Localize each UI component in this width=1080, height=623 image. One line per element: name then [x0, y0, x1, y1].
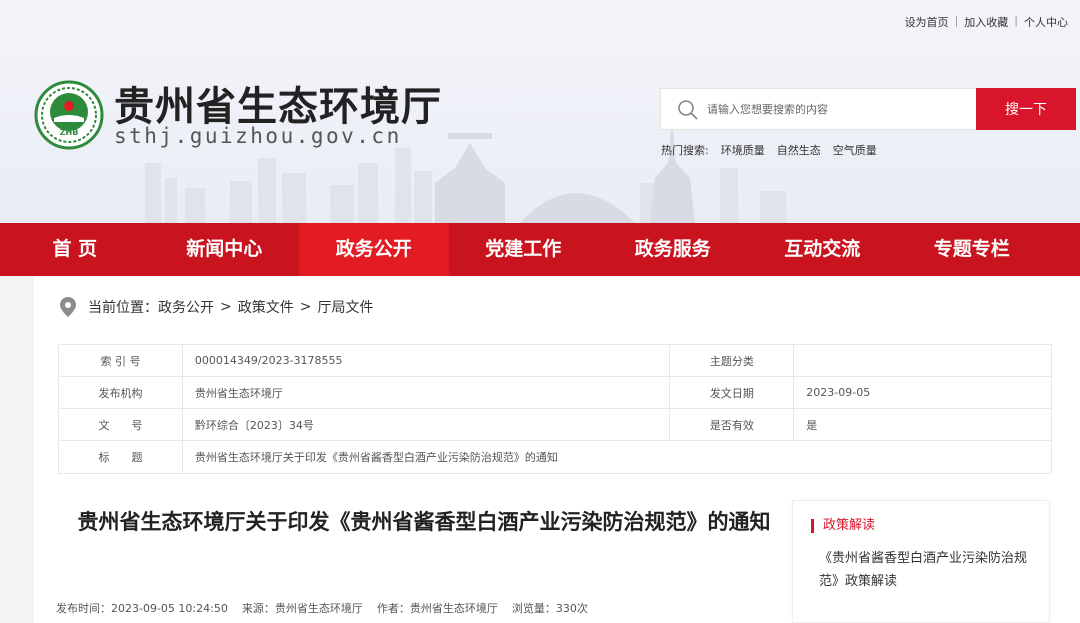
table-row: 标 题 贵州省生态环境厅关于印发《贵州省酱香型白酒产业污染防治规范》的通知 [58, 440, 1053, 474]
article-info: 发布时间：2023-09-05 10:24:50 来源：贵州省生态环境厅 作者：… [56, 600, 588, 616]
site-header: 设为首页 | 加入收藏 | 个人中心 ZHB 贵州省生态环境厅 sthj.gui… [0, 0, 1080, 223]
nav-interaction[interactable]: 互动交流 [748, 223, 898, 276]
meta-key: 标 题 [58, 440, 183, 474]
document-meta-table: 索 引 号 000014349/2023-3178555 主题分类 发布机构 贵… [58, 344, 1053, 474]
article: 贵州省生态环境厅关于印发《贵州省酱香型白酒产业污染防治规范》的通知 发布时间：2… [34, 496, 788, 623]
add-favorite-link[interactable]: 加入收藏 [964, 14, 1008, 30]
meta-value: 贵州省生态环境厅关于印发《贵州省酱香型白酒产业污染防治规范》的通知 [181, 440, 1053, 474]
nav-government-services[interactable]: 政务服务 [598, 223, 748, 276]
nav-special-topics[interactable]: 专题专栏 [897, 223, 1047, 276]
policy-interpretation-link[interactable]: 《贵州省酱香型白酒产业污染防治规范》政策解读 [819, 547, 1039, 593]
personal-center-link[interactable]: 个人中心 [1024, 14, 1068, 30]
top-links: 设为首页 | 加入收藏 | 个人中心 [904, 14, 1068, 30]
nav-home[interactable]: 首 页 [0, 223, 150, 276]
hot-search: 热门搜索: 环境质量 自然生态 空气质量 [661, 142, 877, 158]
breadcrumb-item[interactable]: 政策文件 [238, 297, 294, 317]
search-input[interactable] [707, 89, 967, 129]
svg-text:ZHB: ZHB [60, 128, 79, 137]
article-source: 来源：贵州省生态环境厅 [241, 602, 363, 615]
meta-value: 000014349/2023-3178555 [181, 344, 671, 377]
main-nav: 首 页 新闻中心 政务公开 党建工作 政务服务 互动交流 专题专栏 [0, 223, 1080, 276]
location-pin-icon [60, 297, 76, 317]
hot-search-item[interactable]: 自然生态 [777, 142, 821, 158]
meta-value: 贵州省生态环境厅 [181, 376, 671, 409]
search-button[interactable]: 搜一下 [976, 88, 1076, 130]
search-box [660, 88, 978, 130]
view-count: 浏览量：330次 [511, 602, 588, 615]
site-domain: sthj.guizhou.gov.cn [114, 124, 402, 148]
breadcrumb-item[interactable]: 厅局文件 [317, 297, 373, 317]
publish-time: 发布时间：2023-09-05 10:24:50 [56, 602, 228, 615]
meta-key: 主题分类 [669, 344, 795, 377]
breadcrumb-separator: > [220, 299, 232, 315]
sidebar-title: 政策解读 [811, 519, 875, 533]
nav-government-affairs[interactable]: 政务公开 [299, 223, 449, 276]
set-homepage-link[interactable]: 设为首页 [905, 14, 949, 30]
meta-key: 发布机构 [58, 376, 183, 409]
breadcrumb-prefix: 当前位置： [88, 300, 158, 316]
zhb-logo[interactable]: ZHB [34, 80, 104, 150]
breadcrumb-separator: > [299, 299, 312, 315]
meta-value: 2023-09-05 [793, 376, 1052, 409]
article-title: 贵州省生态环境厅关于印发《贵州省酱香型白酒产业污染防治规范》的通知 [77, 510, 771, 534]
hot-search-item[interactable]: 空气质量 [833, 142, 877, 158]
breadcrumb: 当前位置： 政务公开 > 政策文件 > 厅局文件 [58, 296, 373, 318]
article-author: 作者：贵州省生态环境厅 [376, 602, 498, 615]
breadcrumb-item[interactable]: 政务公开 [158, 297, 214, 317]
table-row: 文 号 黔环综合〔2023〕34号 是否有效 是 [58, 408, 1052, 441]
meta-key: 索 引 号 [58, 344, 183, 377]
search-icon [678, 100, 698, 120]
meta-key: 是否有效 [669, 408, 795, 441]
meta-key: 文 号 [58, 408, 183, 441]
table-row: 索 引 号 000014349/2023-3178555 主题分类 [58, 344, 1052, 377]
table-row: 发布机构 贵州省生态环境厅 发文日期 2023-09-05 [58, 376, 1052, 409]
meta-value: 黔环综合〔2023〕34号 [181, 408, 671, 441]
nav-news-center[interactable]: 新闻中心 [150, 223, 300, 276]
content-panel: 当前位置： 政务公开 > 政策文件 > 厅局文件 索 引 号 000014349… [34, 276, 1080, 623]
hot-search-label: 热门搜索: [661, 144, 709, 157]
nav-party-building[interactable]: 党建工作 [449, 223, 599, 276]
meta-key: 发文日期 [669, 376, 795, 409]
meta-value [793, 344, 1052, 377]
hot-search-item[interactable]: 环境质量 [721, 142, 765, 158]
policy-interpretation-panel: 政策解读 《贵州省酱香型白酒产业污染防治规范》政策解读 [792, 500, 1050, 623]
meta-value: 是 [793, 408, 1052, 441]
